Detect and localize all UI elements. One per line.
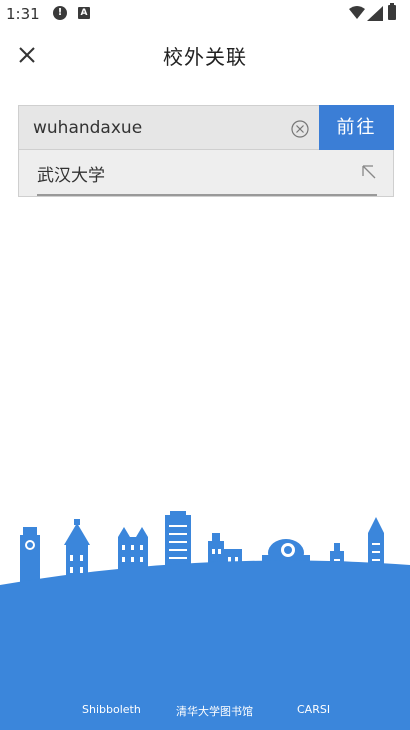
- search-box: [18, 105, 320, 150]
- shibboleth-link[interactable]: Shibboleth: [82, 703, 141, 716]
- app-notification-icon: A: [78, 7, 90, 19]
- header: 校外关联: [0, 30, 410, 80]
- signal-icon: [367, 6, 383, 21]
- status-bar: 1:31 ! A: [0, 0, 410, 28]
- battery-icon: [388, 3, 396, 20]
- clear-circle-icon: [291, 120, 309, 138]
- search-input[interactable]: [33, 106, 283, 149]
- clear-button[interactable]: [291, 120, 309, 138]
- arrow-up-left-icon[interactable]: [361, 164, 377, 180]
- go-button[interactable]: 前往: [319, 105, 394, 150]
- status-time: 1:31: [6, 5, 40, 23]
- footer-links: Shibboleth 清华大学图书馆 CARSI: [0, 703, 410, 721]
- search-row: 前往: [18, 105, 394, 150]
- page-title: 校外关联: [163, 45, 247, 69]
- tsinghua-library-link[interactable]: 清华大学图书馆: [176, 703, 253, 719]
- suggestion-underline: [37, 194, 377, 196]
- suggestion-label: 武汉大学: [37, 166, 105, 186]
- wifi-icon: [349, 6, 365, 19]
- alert-icon: !: [53, 6, 67, 20]
- suggestion-item[interactable]: 武汉大学: [18, 150, 394, 197]
- carsi-link[interactable]: CARSI: [297, 703, 330, 716]
- city-skyline-illustration: [0, 511, 410, 730]
